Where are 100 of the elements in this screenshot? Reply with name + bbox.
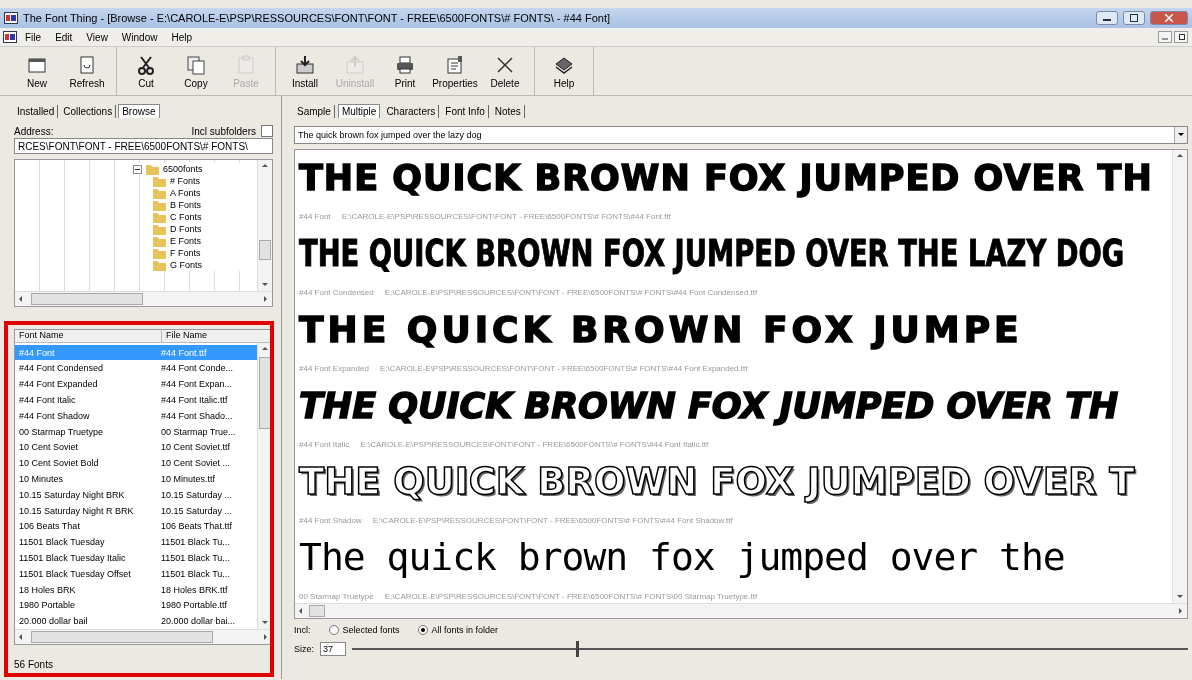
folder-label[interactable]: B Fonts — [170, 200, 201, 210]
tab[interactable]: Characters — [383, 104, 440, 118]
scrollbar-thumb[interactable] — [309, 605, 325, 617]
column-header[interactable]: Font Name — [15, 330, 162, 342]
toolbar-button[interactable]: Cut — [121, 47, 171, 95]
menu-item[interactable]: Help — [165, 30, 198, 44]
font-path: #44 Font E:\CAROLE-E\PSP\RESSOURCES\FONT\FONT - FREE\6500FONTS\# FONTS\#44 Font.ttf — [299, 210, 672, 223]
radio-option[interactable]: Selected fonts — [328, 625, 400, 635]
app-icon — [3, 31, 17, 43]
font-row[interactable]: 10 Minutes 10 Minutes.ttf — [15, 471, 257, 487]
font-row[interactable]: 10 Cent Soviet Bold 10 Cent Soviet ... — [15, 455, 257, 472]
vertical-scrollbar[interactable] — [257, 160, 272, 291]
toolbar-icon — [235, 53, 257, 76]
font-sample: THE QUICK BROWN FOX JUMPED OVER TH — [299, 387, 1119, 425]
collapse-icon[interactable] — [133, 164, 142, 174]
font-sample: The quick brown fox jumped over the — [299, 538, 1065, 578]
font-sample: THE QUICK BROWN FOX JUMPED OVER THE LAZY DOG — [299, 234, 1125, 274]
sample-text-combo[interactable]: The quick brown fox jumped over the lazy dog — [294, 126, 1188, 144]
font-row[interactable]: 11501 Black Tuesday Offset 11501 Black Tu... — [15, 565, 257, 582]
folder-label[interactable]: 6500fonts — [163, 164, 203, 174]
font-row[interactable]: 11501 Black Tuesday Italic 11501 Black Tu... — [15, 550, 257, 566]
maximize-button[interactable] — [1123, 11, 1145, 25]
font-sample: THE QUICK BROWN FOX JUMPED OVER TH — [299, 159, 1153, 197]
radio-option[interactable]: All fonts in folder — [417, 625, 499, 635]
tab[interactable]: Sample — [294, 104, 335, 118]
font-row[interactable]: #44 Font Italic #44 Font Italic.ttf — [15, 392, 257, 408]
toolbar-button[interactable]: Refresh — [62, 47, 112, 95]
close-button[interactable] — [1150, 11, 1188, 25]
toolbar-icon — [344, 53, 366, 76]
toolbar-button[interactable]: New — [12, 47, 62, 95]
toolbar-icon — [294, 53, 316, 76]
size-field[interactable]: 37 — [320, 642, 346, 656]
scrollbar-thumb[interactable] — [31, 631, 213, 643]
scrollbar-thumb[interactable] — [31, 293, 143, 305]
close-icon — [1165, 14, 1173, 22]
font-row[interactable]: 11501 Black Tuesday 11501 Black Tu... — [15, 534, 257, 550]
restore-icon — [1177, 33, 1185, 41]
font-row[interactable]: #44 Font Expanded #44 Font Expan... — [15, 376, 257, 393]
app-icon — [4, 12, 18, 24]
address-label: Address: — [14, 125, 54, 137]
toolbar-button[interactable]: Install — [280, 47, 330, 95]
vertical-scrollbar[interactable] — [1172, 150, 1187, 603]
toolbar-button[interactable]: Copy — [171, 47, 221, 95]
font-row[interactable]: 10.15 Saturday Night R BRK 10.15 Saturday ... — [15, 502, 257, 519]
font-sample: THE QUICK BROWN FOX JUMPE — [299, 311, 1023, 349]
font-sample: THE QUICK BROWN FOX JUMPED OVER T — [299, 462, 1135, 502]
toolbar-button[interactable]: Delete — [480, 47, 530, 95]
minimize-button[interactable] — [1096, 11, 1118, 25]
font-row[interactable]: 18 Holes BRK 18 Holes BRK.ttf — [15, 581, 257, 598]
menu-item[interactable]: Edit — [49, 30, 79, 44]
horizontal-scrollbar[interactable] — [15, 629, 272, 644]
font-path: #44 Font Italic E:\CAROLE-E\PSP\RESSOURCES\FONT\FONT - FREE\6500FONTS\# FONTS\#44 Font Italic.ttf — [299, 438, 710, 451]
menu-item[interactable]: View — [80, 30, 114, 44]
subfolders-label: Incl subfolders — [191, 125, 256, 137]
folder-label[interactable]: F Fonts — [170, 248, 201, 258]
subfolders-checkbox[interactable] — [261, 125, 273, 137]
font-row[interactable]: #44 Font Shadow #44 Font Shado... — [15, 407, 257, 424]
font-row[interactable]: 106 Beats That 106 Beats That.ttf — [15, 518, 257, 535]
menu-item[interactable]: File — [19, 30, 48, 44]
scrollbar-thumb[interactable] — [259, 356, 271, 429]
tab[interactable]: Collections — [60, 105, 117, 118]
address-field[interactable]: RCES\FONT\FONT - FREE\6500FONTS\# FONTS\ — [14, 138, 273, 154]
folder-label[interactable]: G Fonts — [170, 260, 202, 270]
maximize-icon — [1130, 14, 1138, 22]
scrollbar-thumb[interactable] — [259, 240, 271, 260]
column-header[interactable]: File Name — [162, 330, 272, 342]
font-row[interactable]: #44 Font Condensed #44 Font Conde... — [15, 360, 257, 377]
toolbar-button[interactable]: Properties — [430, 47, 480, 95]
horizontal-scrollbar[interactable] — [15, 291, 272, 306]
toolbar-button[interactable]: Print — [380, 47, 430, 95]
font-row[interactable]: 10 Cent Soviet 10 Cent Soviet.ttf — [15, 439, 257, 456]
folder-label[interactable]: # Fonts — [170, 176, 200, 186]
dropdown-arrow-icon[interactable] — [1177, 132, 1185, 138]
font-row[interactable]: 1980 Portable 1980 Portable.ttf — [15, 597, 257, 614]
folder-label[interactable]: C Fonts — [170, 212, 202, 222]
folder-label[interactable]: A Fonts — [170, 188, 201, 198]
font-row[interactable]: 10.15 Saturday Night BRK 10.15 Saturday ... — [15, 486, 257, 503]
restore-button[interactable] — [1174, 31, 1188, 43]
font-path: #44 Font Expanded E:\CAROLE-E\PSP\RESSOURCES\FONT\FONT - FREE\6500FONTS\# FONTS\#44 Font Expanded.ttf — [299, 362, 749, 375]
toolbar-button[interactable]: Help — [539, 47, 589, 95]
folder-label[interactable]: E Fonts — [170, 236, 201, 246]
font-path: #44 Font Shadow E:\CAROLE-E\PSP\RESSOURCES\FONT\FONT - FREE\6500FONTS\# FONTS\#44 Font Shadow.ttf — [299, 514, 734, 527]
tab[interactable]: Browse — [118, 104, 160, 118]
menu-item[interactable]: Window — [115, 30, 164, 44]
toolbar-icon — [185, 53, 207, 76]
size-label: Size: — [294, 644, 314, 654]
font-row[interactable]: 00 Starmap Truetype 00 Starmap True... — [15, 423, 257, 440]
slider-thumb[interactable] — [575, 641, 579, 657]
toolbar-icon — [394, 53, 416, 76]
font-path: #44 Font Condensed E:\CAROLE-E\PSP\RESSOURCES\FONT\FONT - FREE\6500FONTS\# FONTS\#44 Font Condensed.ttf — [299, 286, 759, 299]
folder-label[interactable]: D Fonts — [170, 224, 202, 234]
tab[interactable]: Font Info — [442, 104, 489, 118]
folder-icon — [146, 163, 159, 175]
tab[interactable]: Notes — [491, 104, 525, 118]
include-label: Incl: — [294, 625, 311, 635]
horizontal-scrollbar[interactable] — [295, 603, 1187, 618]
font-path: 00 Starmap Truetype E:\CAROLE-E\PSP\RESSOURCES\FONT\FONT - FREE\6500FONTS\# FONTS\00 Starmap Truetype.ttf — [299, 590, 759, 603]
font-row[interactable]: 20.000 dollar bail 20.000 dollar bai... — [15, 613, 257, 629]
tab[interactable]: Multiple — [337, 104, 381, 118]
tab[interactable]: Installed — [14, 105, 59, 118]
